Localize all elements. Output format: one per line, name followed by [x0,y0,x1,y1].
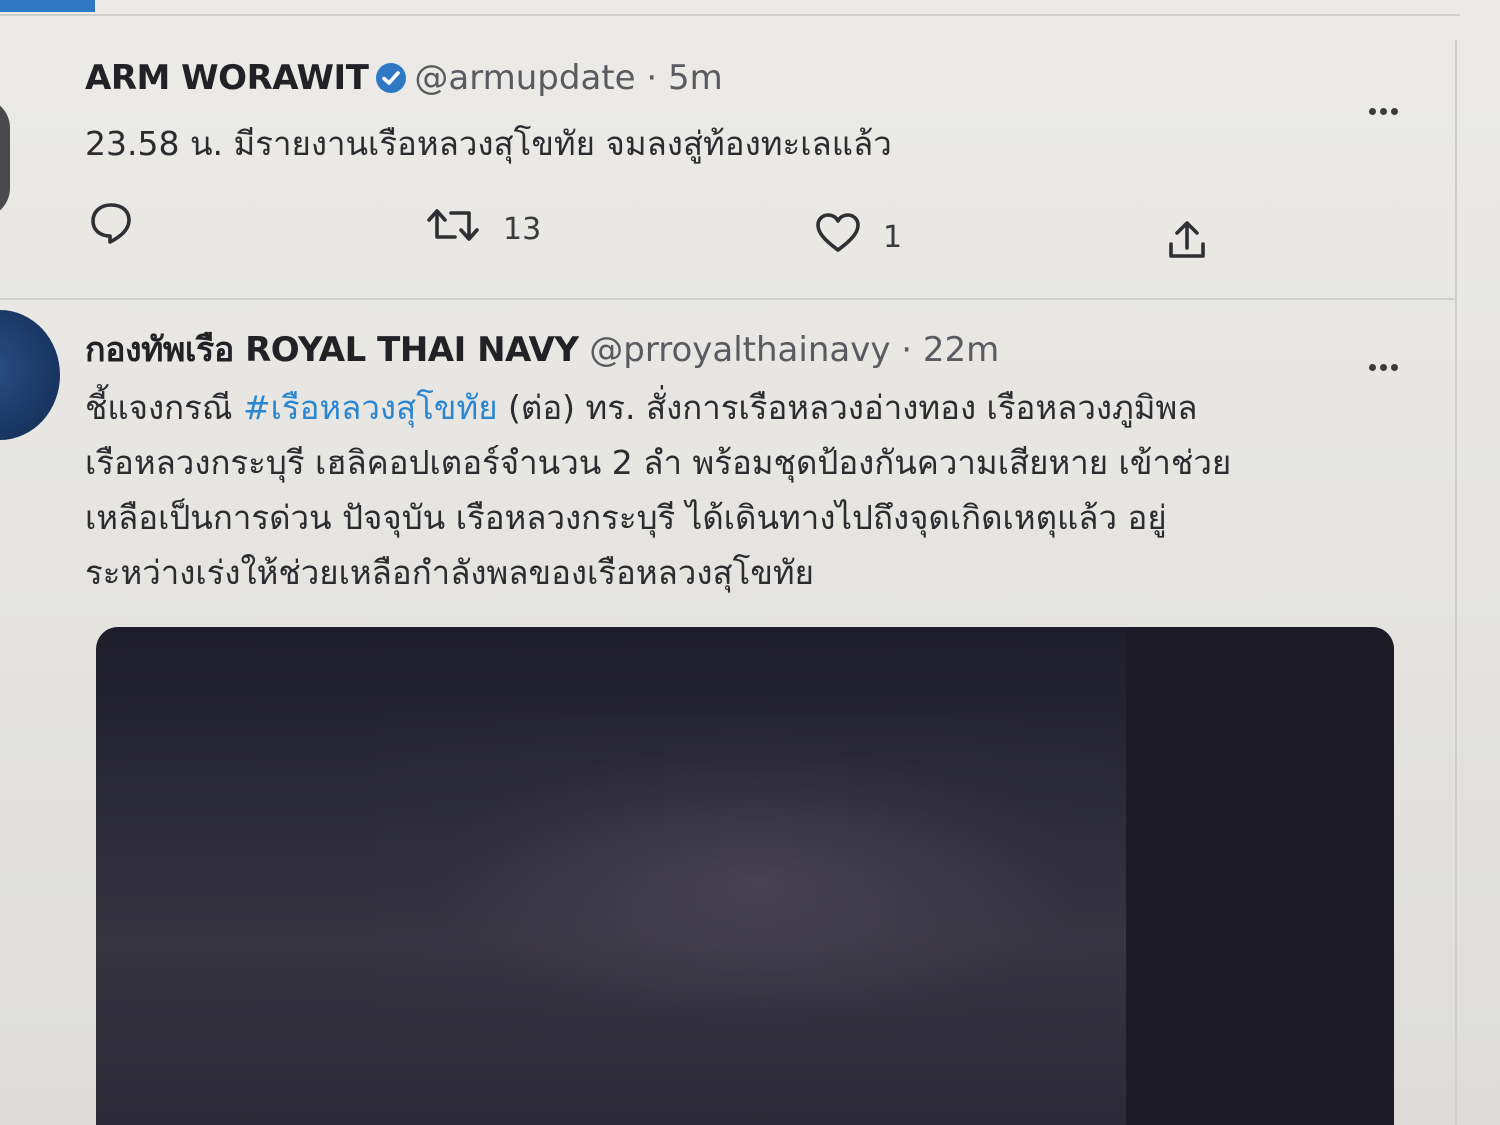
hashtag-link[interactable]: #เรือหลวงสุโขทัย [243,388,498,427]
text-segment: ชี้แจงกรณี [85,388,243,427]
author-handle[interactable]: @armupdate [414,58,635,98]
like-icon [815,212,861,262]
screen: ARM WORAWIT @armupdate · 5m 23.58 น. มีรา… [0,0,1500,1125]
tweet-text-line: เรือหลวงกระบุรี เฮลิคอปเตอร์จำนวน 2 ลำ พ… [85,443,1232,482]
reply-icon [88,200,134,254]
timeline-border [1455,40,1457,1125]
author-name[interactable]: ARM WORAWIT [85,58,369,98]
more-icon[interactable] [1369,356,1407,371]
share-icon [1165,218,1209,270]
reply-button[interactable] [88,200,134,254]
share-button[interactable] [1165,218,1209,270]
author-name[interactable]: กองทัพเรือ ROYAL THAI NAVY [85,330,579,370]
tweet-text-line: 23.58 น. มีรายงานเรือหลวงสุโขทัย จมลงสู่… [85,124,892,163]
author-handle[interactable]: @prroyalthainavy [589,330,890,370]
more-icon[interactable] [1369,100,1407,115]
tweet-text-line: เหลือเป็นการด่วน ปัจจุบัน เรือหลวงกระบุร… [85,498,1167,537]
media-image[interactable] [96,627,1394,1125]
media-shade [1126,627,1394,1125]
avatar[interactable] [0,98,10,218]
tweet-header: ARM WORAWIT @armupdate · 5m [85,56,723,106]
like-count: 1 [883,219,903,255]
tweet-text-line: ระหว่างเร่งให้ช่วยเหลือกำลังพลของเรือหลว… [85,553,814,592]
verified-badge-icon [374,61,408,106]
retweet-count: 13 [503,211,542,247]
like-button[interactable]: 1 [815,212,902,262]
media-highlight [376,717,1136,1047]
divider [0,14,1460,16]
tweet-text: ชี้แจงกรณี #เรือหลวงสุโขทัย (ต่อ) ทร. สั… [85,380,1385,600]
tweet-text-line: ชี้แจงกรณี #เรือหลวงสุโขทัย (ต่อ) ทร. สั… [85,380,1385,435]
separator: · [901,330,913,370]
text-segment: (ต่อ) ทร. สั่งการเรือหลวงอ่างทอง เรือหลว… [497,388,1198,427]
timestamp[interactable]: 22m [923,330,999,370]
retweet-button[interactable]: 13 [425,205,541,253]
tweet-header: กองทัพเรือ ROYAL THAI NAVY @prroyalthain… [85,328,999,372]
tweet-text: 23.58 น. มีรายงานเรือหลวงสุโขทัย จมลงสู่… [85,116,892,171]
tweet[interactable]: กองทัพเรือ ROYAL THAI NAVY @prroyalthain… [0,300,1455,1125]
separator: · [646,58,658,98]
timestamp[interactable]: 5m [668,58,723,98]
avatar[interactable] [0,310,60,440]
active-tab-indicator [0,0,95,12]
retweet-icon [425,205,481,253]
tweet[interactable]: ARM WORAWIT @armupdate · 5m 23.58 น. มีรา… [0,40,1455,300]
